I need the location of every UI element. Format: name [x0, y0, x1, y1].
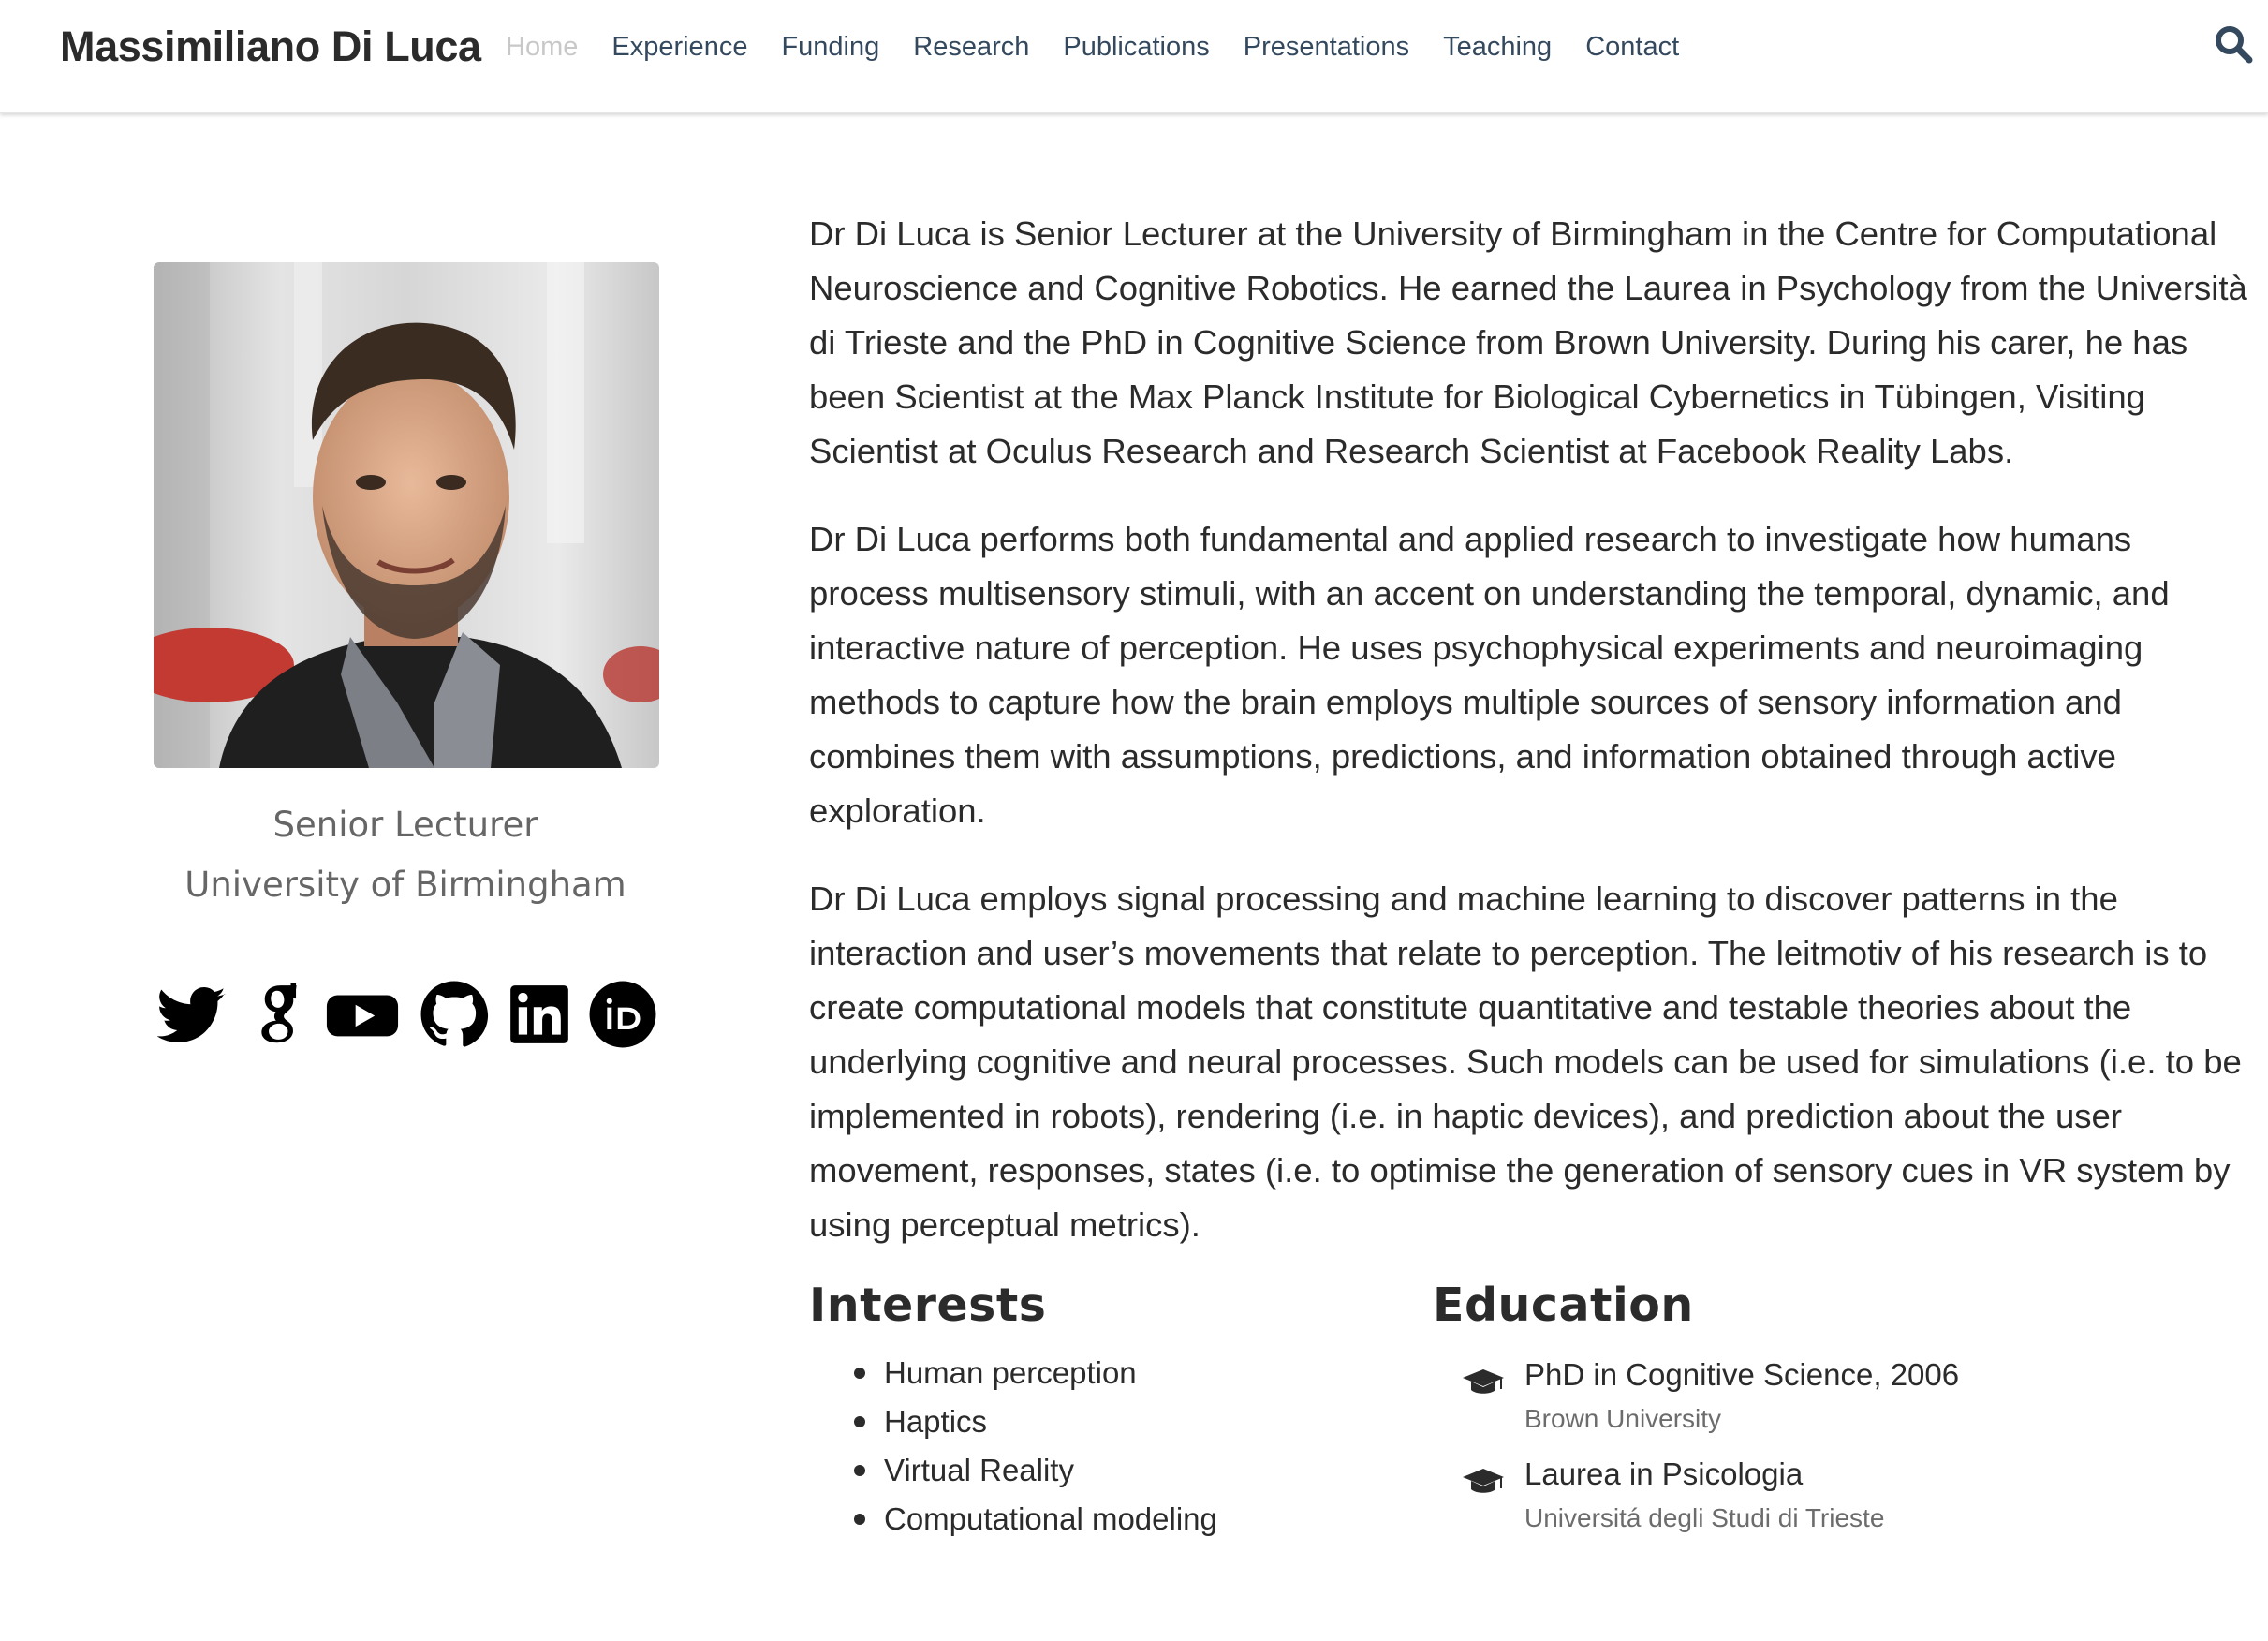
interests-list: Human perception Haptics Virtual Reality…: [809, 1349, 1217, 1544]
education-heading: Education: [1433, 1279, 1694, 1332]
interests-heading: Interests: [809, 1279, 1047, 1332]
top-navbar: Massimiliano Di Luca Home Experience Fun…: [0, 0, 2268, 113]
avatar: [154, 262, 659, 768]
profile-organization: University of Birmingham: [184, 865, 626, 905]
nav-links: Home Experience Funding Research Publica…: [506, 30, 1713, 64]
linkedin-icon[interactable]: [508, 980, 571, 1049]
education-course: Laurea in Psicologia: [1524, 1456, 1804, 1491]
nav-link-research[interactable]: Research: [913, 30, 1029, 64]
bio-paragraph-2: Dr Di Luca performs both fundamental and…: [809, 520, 2170, 830]
nav-link-teaching[interactable]: Teaching: [1443, 30, 1552, 64]
orcid-icon[interactable]: [588, 980, 657, 1049]
bio: Dr Di Luca is Senior Lecturer at the Uni…: [809, 207, 2251, 1286]
list-item: Human perception: [809, 1349, 1217, 1397]
nav-link-presentations[interactable]: Presentations: [1244, 30, 1409, 64]
google-scholar-icon[interactable]: [243, 980, 303, 1049]
nav-link-experience[interactable]: Experience: [611, 30, 747, 64]
youtube-icon[interactable]: [324, 980, 401, 1049]
nav-link-funding[interactable]: Funding: [781, 30, 879, 64]
graduation-cap-icon: [1463, 1369, 1504, 1394]
nav-link-contact[interactable]: Contact: [1585, 30, 1679, 64]
profile-role: Senior Lecturer: [272, 805, 538, 845]
graduation-cap-icon: [1463, 1469, 1504, 1493]
search-icon[interactable]: [2214, 24, 2253, 64]
education-institution: Universitá degli Studi di Trieste: [1524, 1503, 1885, 1532]
list-item: Computational modeling: [809, 1495, 1217, 1544]
list-item: Haptics: [809, 1397, 1217, 1446]
education-course: PhD in Cognitive Science, 2006: [1524, 1357, 1960, 1392]
nav-link-home[interactable]: Home: [506, 30, 578, 64]
bio-paragraph-1: Dr Di Luca is Senior Lecturer at the Uni…: [809, 214, 2247, 470]
nav-link-publications[interactable]: Publications: [1063, 30, 1209, 64]
bio-paragraph-3: Dr Di Luca employs signal processing and…: [809, 880, 2242, 1244]
education-institution: Brown University: [1524, 1404, 1722, 1433]
twitter-icon[interactable]: [157, 980, 227, 1049]
site-brand[interactable]: Massimiliano Di Luca: [60, 22, 481, 71]
github-icon[interactable]: [420, 980, 489, 1049]
list-item: Virtual Reality: [809, 1446, 1217, 1495]
social-links: [154, 980, 659, 1049]
